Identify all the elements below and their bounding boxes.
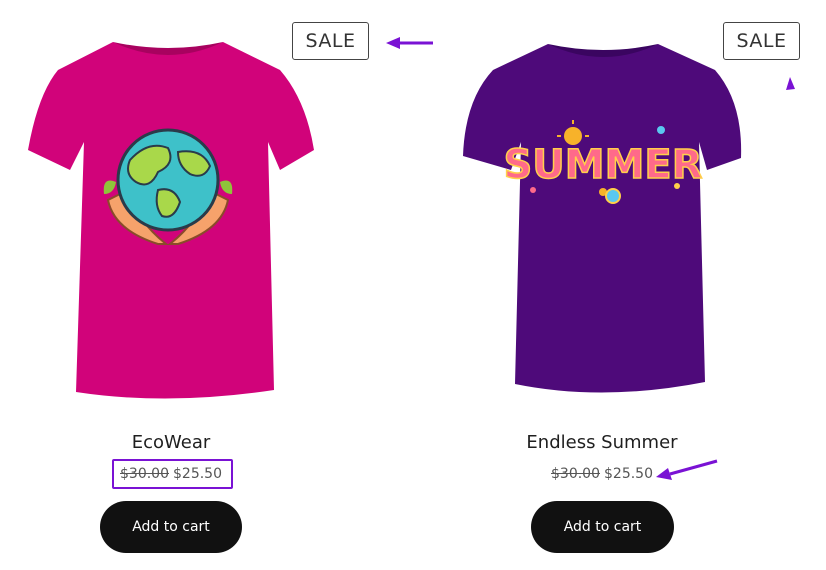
add-to-cart-button[interactable]: Add to cart: [531, 501, 674, 553]
product-title[interactable]: Endless Summer: [413, 432, 791, 453]
sale-badge: SALE: [292, 22, 369, 60]
tshirt-shape: [463, 44, 742, 393]
original-price: $30.00: [551, 466, 600, 482]
price-highlight-box: [112, 459, 233, 489]
product-card-endless-summer: SUMMER SALE Endless Summer $30.00 $25.50 …: [413, 0, 826, 570]
sale-price: $25.50: [604, 466, 653, 482]
sale-badge: SALE: [723, 22, 800, 60]
svg-text:SUMMER: SUMMER: [503, 142, 702, 188]
add-to-cart-button[interactable]: Add to cart: [100, 501, 242, 553]
product-image-ecowear[interactable]: [18, 30, 318, 410]
product-title[interactable]: EcoWear: [0, 432, 342, 453]
product-image-endless-summer[interactable]: SUMMER: [453, 30, 753, 410]
product-price: $30.00 $25.50: [413, 466, 791, 482]
